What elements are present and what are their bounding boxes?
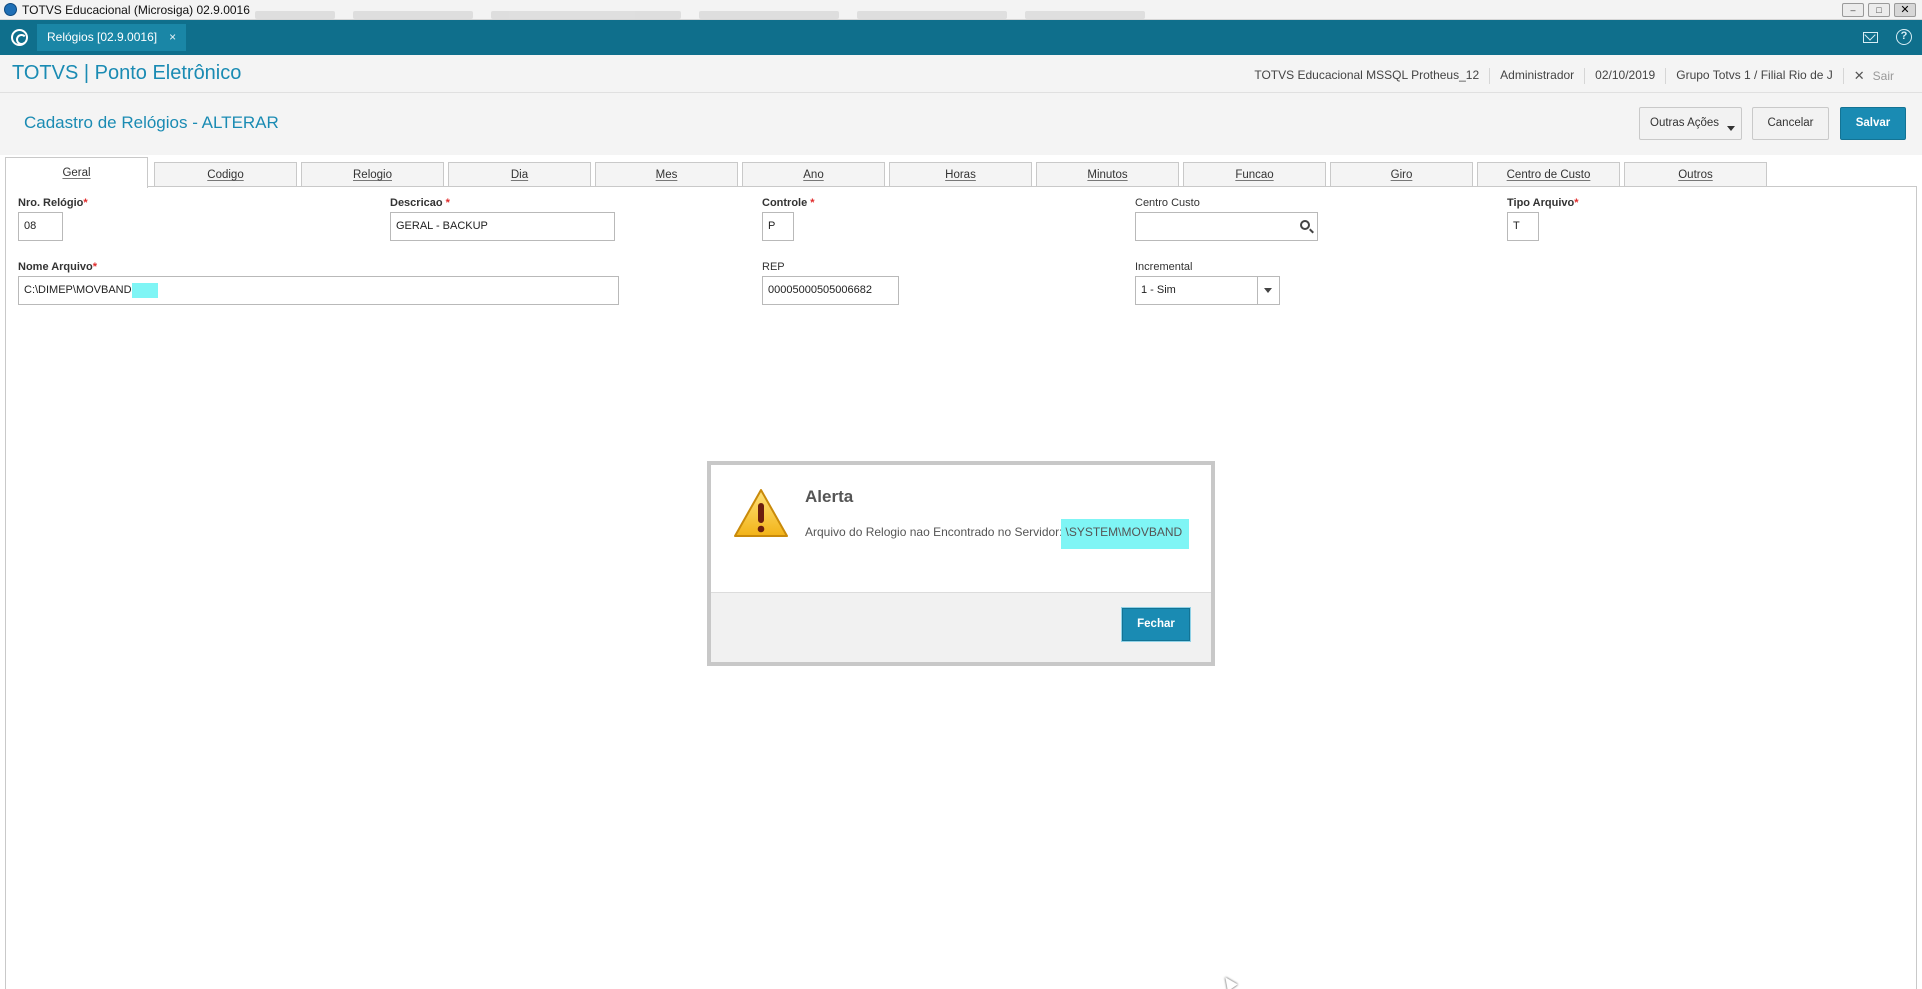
descricao-input[interactable]: GERAL - BACKUP xyxy=(390,212,615,241)
tab-giro[interactable]: Giro xyxy=(1330,162,1473,187)
environment-label: TOTVS Educacional MSSQL Protheus_12 xyxy=(1254,68,1480,82)
module-tab-label: Relógios [02.9.0016] xyxy=(47,30,158,44)
tab-minutos[interactable]: Minutos xyxy=(1036,162,1179,187)
mail-icon[interactable] xyxy=(1863,32,1878,43)
tab-ano[interactable]: Ano xyxy=(742,162,885,187)
nome-arquivo-label: Nome Arquivo* xyxy=(18,261,98,273)
more-actions-button[interactable]: Outras Ações xyxy=(1639,107,1742,140)
tipo-arquivo-label: Tipo Arquivo* xyxy=(1507,197,1579,209)
cancel-button[interactable]: Cancelar xyxy=(1752,107,1829,140)
tipo-arquivo-input[interactable]: T xyxy=(1507,212,1539,241)
controle-label: Controle * xyxy=(762,197,815,209)
user-label: Administrador xyxy=(1489,68,1584,84)
header-info: TOTVS Educacional MSSQL Protheus_12 Admi… xyxy=(1244,68,1904,84)
tab-outros[interactable]: Outros xyxy=(1624,162,1767,187)
module-tab-bar: Relógios [02.9.0016] × ? xyxy=(0,20,1922,55)
close-tab-icon[interactable]: × xyxy=(169,24,176,51)
help-icon[interactable]: ? xyxy=(1896,29,1912,45)
background-window-strip xyxy=(255,6,1225,19)
save-button[interactable]: Salvar xyxy=(1840,107,1906,140)
home-icon[interactable] xyxy=(11,29,28,46)
warning-icon xyxy=(734,489,788,537)
tab-horas[interactable]: Horas xyxy=(889,162,1032,187)
chevron-down-icon xyxy=(1727,126,1735,131)
tab-funcao[interactable]: Funcao xyxy=(1183,162,1326,187)
os-title-bar: TOTVS Educacional (Microsiga) 02.9.0016 … xyxy=(0,0,1922,20)
nome-arquivo-input[interactable]: C:\DIMEP\MOVBAND xyxy=(18,276,619,305)
more-actions-label: Outras Ações xyxy=(1650,117,1720,129)
alert-message-text: Arquivo do Relogio nao Encontrado no Ser… xyxy=(805,525,1063,539)
alert-title: Alerta xyxy=(805,487,854,506)
exit-label: Sair xyxy=(1872,69,1894,83)
centro-custo-input[interactable] xyxy=(1135,212,1318,241)
rep-input[interactable]: 00005000505006682 xyxy=(762,276,899,305)
date-label: 02/10/2019 xyxy=(1584,68,1665,84)
tab-geral[interactable]: Geral xyxy=(5,157,148,188)
exit-icon: ✕ xyxy=(1853,68,1865,83)
window-title: TOTVS Educacional (Microsiga) 02.9.0016 xyxy=(22,3,250,17)
incremental-label: Incremental xyxy=(1135,261,1193,273)
descricao-label: Descricao * xyxy=(390,197,450,209)
alert-path-highlight: \SYSTEM\MOVBAND xyxy=(1060,519,1190,549)
minimize-button[interactable]: – xyxy=(1842,3,1864,17)
nome-arquivo-value: C:\DIMEP\MOVBAND xyxy=(24,284,132,296)
controle-input[interactable]: P xyxy=(762,212,794,241)
maximize-button[interactable]: □ xyxy=(1868,3,1890,17)
branch-label[interactable]: Grupo Totvs 1 / Filial Rio de J xyxy=(1665,68,1843,84)
nro-relogio-label: Nro. Relógio* xyxy=(18,197,88,209)
app-icon xyxy=(4,3,17,16)
search-icon[interactable] xyxy=(1300,220,1310,230)
tab-relogio[interactable]: Relogio xyxy=(301,162,444,187)
close-window-button[interactable]: ✕ xyxy=(1894,3,1916,17)
window-controls: – □ ✕ xyxy=(1842,0,1916,20)
rep-label: REP xyxy=(762,261,785,273)
tabbar-right-icons: ? xyxy=(1863,29,1912,45)
tab-codigo[interactable]: Codigo xyxy=(154,162,297,187)
incremental-value: 1 - Sim xyxy=(1141,284,1176,296)
page-title: Cadastro de Relógios - ALTERAR xyxy=(24,113,279,132)
centro-custo-label: Centro Custo xyxy=(1135,197,1200,209)
module-tab-relogios[interactable]: Relógios [02.9.0016] × xyxy=(37,24,187,51)
exit-button[interactable]: ✕ Sair xyxy=(1842,68,1904,84)
close-dialog-button[interactable]: Fechar xyxy=(1121,607,1191,642)
chevron-down-icon[interactable] xyxy=(1257,277,1279,304)
tab-mes[interactable]: Mes xyxy=(595,162,738,187)
page-title-bar: Cadastro de Relógios - ALTERAR Outras Aç… xyxy=(0,93,1922,155)
tab-centro-de-custo[interactable]: Centro de Custo xyxy=(1477,162,1620,187)
alert-message: Arquivo do Relogio nao Encontrado no Ser… xyxy=(805,519,1190,549)
tab-dia[interactable]: Dia xyxy=(448,162,591,187)
app-header: TOTVS | Ponto Eletrônico TOTVS Educacion… xyxy=(0,55,1922,93)
brand-title: TOTVS | Ponto Eletrônico xyxy=(12,62,242,84)
selection-highlight xyxy=(131,282,158,298)
nro-relogio-input[interactable]: 08 xyxy=(18,212,63,241)
incremental-select[interactable]: 1 - Sim xyxy=(1135,276,1280,305)
alert-footer: Fechar xyxy=(711,592,1211,662)
alert-dialog: Alerta Arquivo do Relogio nao Encontrado… xyxy=(707,461,1215,666)
